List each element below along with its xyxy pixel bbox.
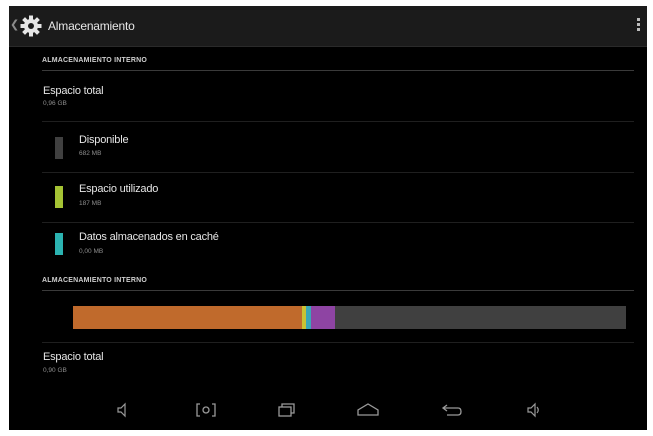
available-color-swatch xyxy=(55,137,63,159)
used-space-value: 187 MB xyxy=(79,200,102,207)
section-header-internal-storage: ALMACENAMIENTO INTERNO xyxy=(42,57,147,64)
row-divider xyxy=(42,342,634,343)
settings-gear-icon[interactable] xyxy=(20,15,42,37)
page-title: Almacenamiento xyxy=(48,19,135,33)
screenshot-icon[interactable] xyxy=(195,402,217,418)
action-bar: ❮ Almacenamiento xyxy=(9,6,647,47)
back-icon[interactable] xyxy=(441,402,463,418)
used-space-color-swatch xyxy=(55,186,63,208)
row-divider xyxy=(42,172,634,173)
cached-data-label: Datos almacenados en caché xyxy=(79,231,219,243)
section-header-internal-storage-2: ALMACENAMIENTO INTERNO xyxy=(42,277,147,284)
section-divider xyxy=(42,290,634,291)
navigation-bar xyxy=(9,390,647,430)
total-space-label: Espacio total xyxy=(43,85,104,97)
row-divider xyxy=(42,121,634,122)
row-divider xyxy=(42,222,634,223)
available-value: 682 MB xyxy=(79,150,102,157)
recent-apps-icon[interactable] xyxy=(277,402,297,418)
section-divider xyxy=(42,70,634,71)
up-caret-icon[interactable]: ❮ xyxy=(10,19,19,31)
volume-up-icon[interactable] xyxy=(527,402,541,418)
device-screen: ❮ Almacenamiento ALMACENAMIENTO INTERNO … xyxy=(9,6,647,430)
cached-data-value: 0,00 MB xyxy=(79,248,104,255)
used-space-label: Espacio utilizado xyxy=(79,183,159,195)
available-label: Disponible xyxy=(79,134,129,146)
cached-data-color-swatch xyxy=(55,233,63,255)
storage-usage-bar xyxy=(73,306,626,329)
total-space-value: 0,90 GB xyxy=(43,367,67,374)
home-icon[interactable] xyxy=(356,402,380,418)
usage-bar-segment-orange xyxy=(73,306,303,329)
total-space-label: Espacio total xyxy=(43,351,104,363)
overflow-menu-icon[interactable] xyxy=(636,18,642,34)
total-space-value: 0,96 GB xyxy=(43,100,67,107)
volume-down-icon[interactable] xyxy=(116,402,130,418)
usage-bar-segment-purple xyxy=(311,306,335,329)
